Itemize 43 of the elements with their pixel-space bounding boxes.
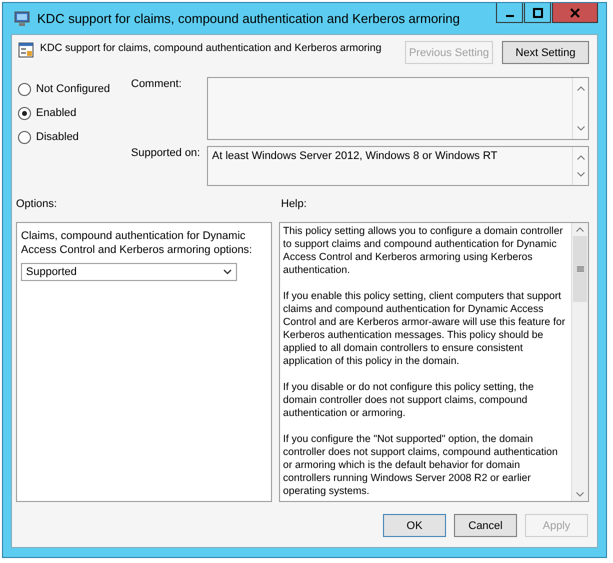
state-radio[interactable]: Enabled xyxy=(18,105,131,121)
scrollbar[interactable] xyxy=(572,78,588,139)
supported-on-label: Supported on: xyxy=(131,146,202,161)
comment-label: Comment: xyxy=(131,77,183,92)
policy-title: KDC support for claims, compound authentication and Kerberos armoring xyxy=(40,41,382,54)
help-paragraph: If you enable this policy setting, client computers that support claims and compound authentication for Dynamic Access Control and are Kerberos armor-aware will use this feature for Kerberos authentication messages. This policy should be applied to all domain controllers to ensure consistent application of this policy in the domain. xyxy=(283,290,566,368)
chevron-up-icon[interactable] xyxy=(576,86,584,91)
help-label: Help: xyxy=(281,198,307,212)
supported-on-field[interactable]: At least Windows Server 2012, Windows 8 or Windows RT xyxy=(207,146,589,186)
radio-icon[interactable] xyxy=(18,106,31,120)
state-radio[interactable]: Not Configured xyxy=(18,81,131,97)
chevron-up-icon[interactable] xyxy=(576,155,584,160)
radio-icon[interactable] xyxy=(18,130,31,144)
help-paragraph: This policy setting allows you to configure a domain controller to support claims and compound authentication for Dynamic Access Control and Kerberos armoring using Kerberos authentication. xyxy=(283,225,564,277)
options-label: Options: xyxy=(16,198,58,212)
settings-window-icon xyxy=(18,42,34,58)
scroll-thumb[interactable] xyxy=(573,236,587,302)
chevron-down-icon[interactable] xyxy=(576,126,584,131)
window-title: KDC support for claims, compound authentication and Kerberos armoring xyxy=(36,11,461,26)
nav-button[interactable]: Next Setting xyxy=(502,41,589,64)
dialog-button[interactable]: OK xyxy=(383,514,446,537)
state-radio[interactable]: Disabled xyxy=(18,129,131,145)
chevron-down-icon[interactable] xyxy=(576,172,584,177)
chevron-down-icon xyxy=(223,269,232,275)
scrollbar[interactable] xyxy=(571,223,588,501)
scrollbar[interactable] xyxy=(572,147,588,185)
help-paragraph: If you disable or do not configure this policy setting, the domain controller does not support claims, compound authentication or armoring. xyxy=(283,381,535,420)
chevron-down-icon[interactable] xyxy=(576,492,584,497)
grip-icon xyxy=(576,266,584,272)
option-label: Claims, compound authentication for Dynamic Access Control and Kerberos armoring options: xyxy=(21,229,254,257)
minimize-icon xyxy=(506,14,514,16)
computer-icon xyxy=(13,10,31,26)
maximize-icon xyxy=(532,8,542,18)
options-dropdown[interactable]: Supported xyxy=(21,263,237,281)
close-icon xyxy=(570,8,580,18)
radio-icon[interactable] xyxy=(18,82,31,96)
close-button[interactable] xyxy=(552,3,598,23)
maximize-button[interactable] xyxy=(524,3,551,23)
minimize-button[interactable] xyxy=(496,3,523,23)
chevron-up-icon[interactable] xyxy=(576,227,584,232)
comment-field[interactable] xyxy=(207,77,589,140)
help-paragraph: If you configure the "Not supported" option, the domain controller does not support claims, compound authentication or armoring which is the default behavior for domain controllers running Windows Server 2008 R2 or earlier operating systems. xyxy=(283,433,559,498)
dialog-button[interactable]: Cancel xyxy=(454,514,517,537)
